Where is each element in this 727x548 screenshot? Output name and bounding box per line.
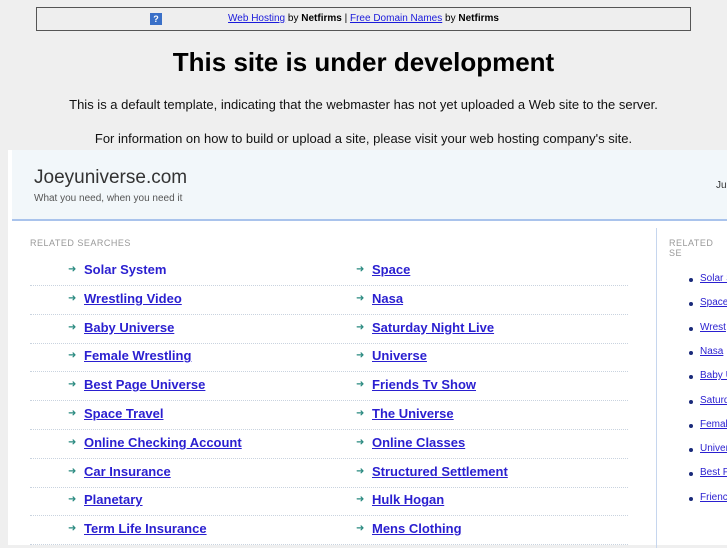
search-link[interactable]: Term Life Insurance	[84, 521, 207, 536]
right-search-link[interactable]: Frienc	[700, 492, 727, 503]
related-searches-label: RELATED SEARCHES	[30, 238, 131, 248]
bullet-icon	[689, 350, 693, 355]
arrow-icon: ➜	[68, 408, 77, 419]
arrow-icon: ➜	[356, 292, 365, 304]
arrow-icon: ➜	[68, 523, 77, 535]
arrow-icon: ➜	[356, 523, 365, 535]
search-link[interactable]: Mens Clothing	[372, 521, 462, 536]
bullet-icon	[689, 278, 693, 282]
search-link[interactable]: Universe	[372, 348, 427, 363]
list-row: ➜ Online Checking Account ➜ Online Class…	[30, 430, 628, 459]
list-row: ➜ Baby Universe ➜ Saturday Night Live	[30, 315, 628, 344]
arrow-icon: ➜	[356, 321, 365, 333]
search-link[interactable]: Space	[372, 262, 410, 277]
search-link[interactable]: Online Classes	[372, 435, 465, 450]
search-link[interactable]: The Universe	[372, 406, 454, 421]
right-search-link[interactable]: Best P	[700, 467, 727, 478]
site-header: Joeyuniverse.com What you need, when you…	[12, 150, 727, 221]
arrow-icon: ➜	[68, 494, 77, 506]
list-row: ➜ Wrestling Video ➜ Nasa	[30, 286, 628, 315]
arrow-icon: ➜	[356, 436, 365, 448]
bullet-icon	[689, 423, 693, 428]
arrow-icon: ➜	[356, 264, 365, 275]
related-searches-label-right: RELATED SE	[669, 238, 714, 258]
header-right-text: Ju	[716, 180, 727, 191]
hosting-banner: ? Web Hosting by Netfirms | Free Domain …	[36, 7, 691, 31]
right-search-link[interactable]: Univer	[700, 443, 727, 454]
list-row: ➜ Space Travel ➜ The Universe	[30, 401, 628, 430]
info-text-2: For information on how to build or uploa…	[94, 131, 633, 146]
arrow-icon: ➜	[356, 494, 365, 506]
list-row: ➜ Car Insurance ➜ Structured Settlement	[30, 459, 628, 488]
brand: Netfirms	[301, 13, 342, 24]
page-title: This site is under development	[172, 47, 555, 77]
arrow-icon: ➜	[68, 350, 77, 362]
search-link[interactable]: Hulk Hogan	[372, 492, 444, 507]
list-row: ➜ Best Page Universe ➜ Friends Tv Show	[30, 372, 628, 402]
list-row: ➜ Solar System ➜ Space	[30, 257, 628, 286]
search-link[interactable]: Best Page Universe	[84, 377, 205, 392]
search-link[interactable]: Female Wrestling	[84, 348, 191, 363]
arrow-icon: ➜	[68, 465, 77, 477]
by-text: by	[285, 13, 302, 24]
right-search-link[interactable]: Saturd	[700, 395, 727, 406]
arrow-icon: ➜	[356, 379, 365, 391]
arrow-icon: ➜	[68, 321, 77, 333]
list-row: ➜ Term Life Insurance ➜ Mens Clothing	[30, 516, 628, 546]
list-row: ➜ Female Wrestling ➜ Universe	[30, 343, 628, 373]
arrow-icon: ➜	[356, 350, 365, 362]
right-search-link[interactable]: Solar S	[700, 273, 727, 284]
by-text: by	[442, 13, 459, 24]
arrow-icon: ➜	[68, 264, 77, 275]
bullet-icon	[689, 399, 693, 404]
bullet-icon	[689, 472, 693, 477]
bullet-icon	[689, 302, 693, 307]
search-link[interactable]: Saturday Night Live	[372, 320, 494, 335]
brand: Netfirms	[458, 13, 499, 24]
right-search-link[interactable]: Femal	[700, 419, 727, 430]
right-search-link[interactable]: Wrest	[700, 322, 726, 333]
arrow-icon: ➜	[356, 465, 365, 477]
site-name[interactable]: Joeyuniverse.com	[34, 167, 187, 189]
search-link[interactable]: Structured Settlement	[372, 464, 508, 479]
right-search-link[interactable]: Space	[700, 297, 727, 308]
search-link[interactable]: Planetary	[84, 492, 143, 507]
parked-page: Joeyuniverse.com What you need, when you…	[8, 150, 727, 548]
list-row: ➜ Planetary ➜ Hulk Hogan	[30, 487, 628, 517]
web-hosting-link[interactable]: Web Hosting	[228, 13, 285, 24]
bullet-icon	[689, 326, 693, 331]
search-link[interactable]: Friends Tv Show	[372, 377, 476, 392]
search-link[interactable]: Car Insurance	[84, 464, 171, 479]
arrow-icon: ➜	[68, 379, 77, 391]
search-link[interactable]: Wrestling Video	[84, 291, 182, 306]
search-link[interactable]: Baby Universe	[84, 320, 174, 335]
site-tagline: What you need, when you need it	[34, 193, 183, 204]
free-domain-link[interactable]: Free Domain Names	[350, 13, 442, 24]
arrow-icon: ➜	[68, 292, 77, 304]
search-link[interactable]: Online Checking Account	[84, 435, 242, 450]
right-search-link[interactable]: Baby U	[700, 370, 727, 381]
info-text-1: This is a default template, indicating t…	[69, 97, 658, 112]
column-divider	[656, 228, 657, 548]
search-link[interactable]: Space Travel	[84, 406, 164, 421]
separator: |	[341, 13, 350, 24]
bullet-icon	[689, 496, 693, 501]
search-link[interactable]: Nasa	[372, 291, 403, 306]
arrow-icon: ➜	[356, 408, 365, 419]
bullet-icon	[689, 448, 693, 453]
bullet-icon	[689, 375, 693, 380]
help-icon[interactable]: ?	[150, 13, 162, 25]
search-link[interactable]: Solar System	[84, 262, 166, 277]
right-search-link[interactable]: Nasa	[700, 346, 723, 357]
arrow-icon: ➜	[68, 436, 77, 448]
